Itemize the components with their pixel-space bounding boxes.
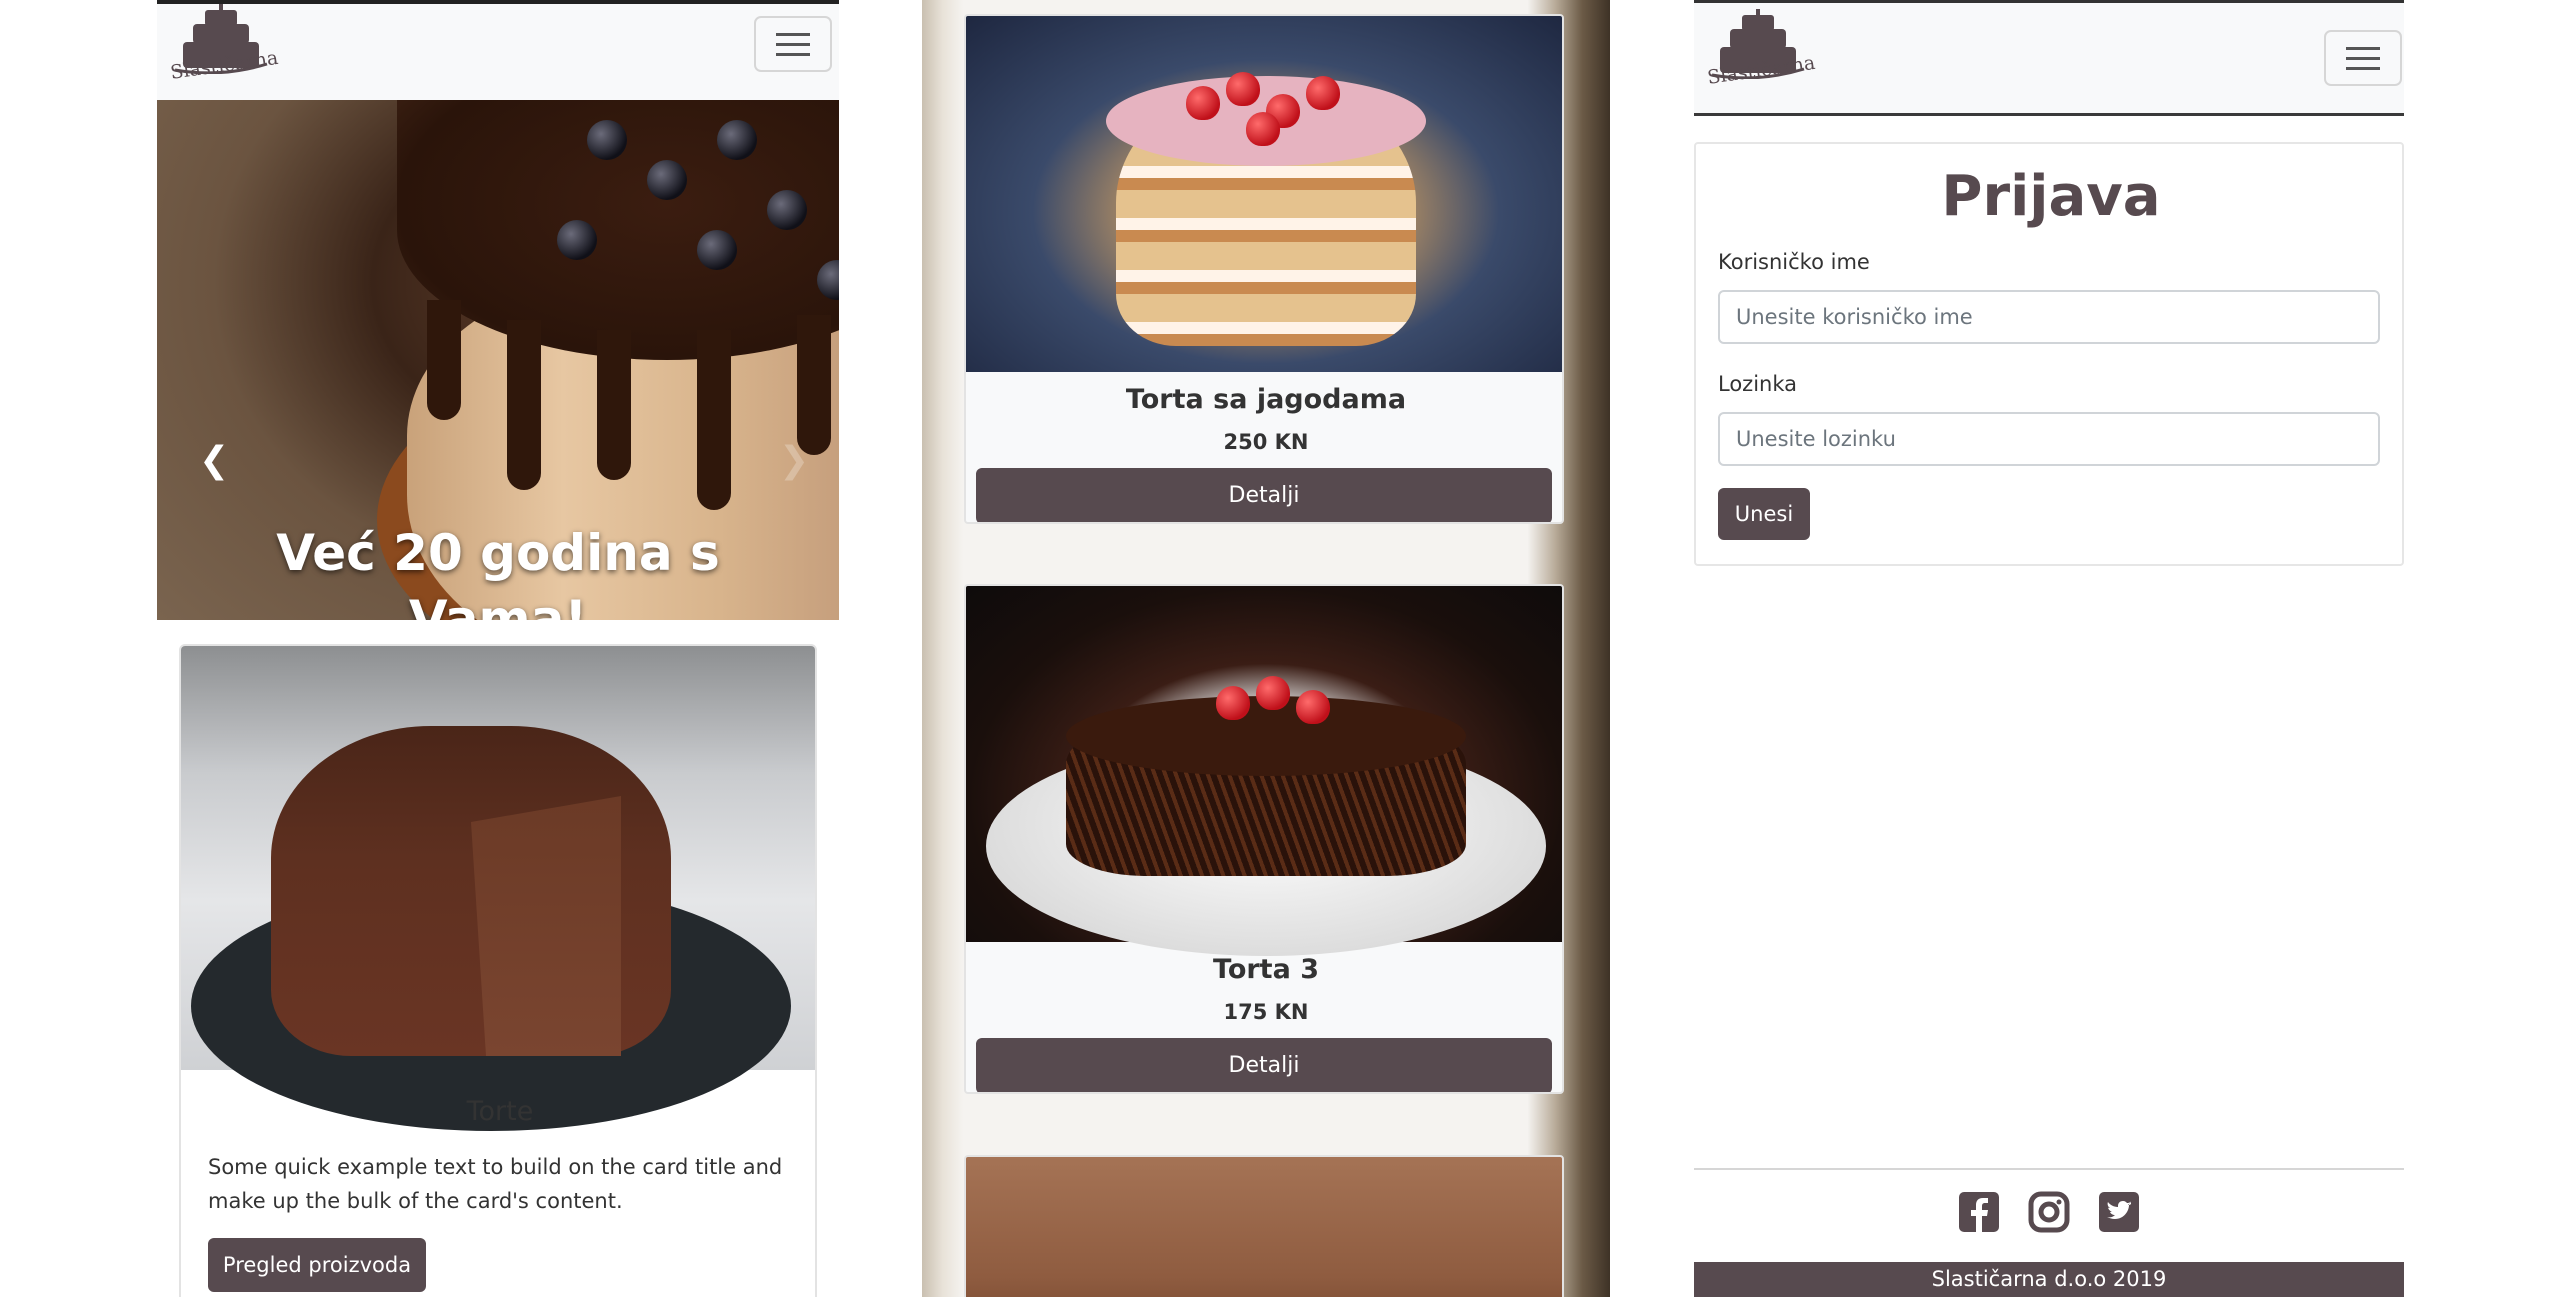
instagram-link[interactable]	[2027, 1190, 2071, 1234]
card-title: Torte	[466, 1096, 534, 1127]
hamburger-icon	[776, 33, 810, 36]
product-price: 250 KN	[1223, 430, 1309, 454]
navbar-toggler-button[interactable]	[2324, 30, 2402, 86]
product-image	[966, 16, 1562, 372]
brand-logo[interactable]: Slastičarna	[1698, 9, 1818, 101]
brand-logo[interactable]: Slastičarna	[161, 4, 281, 96]
facebook-icon	[1959, 1192, 1999, 1232]
carousel-image-glaze	[397, 100, 839, 510]
category-card: Torte Some quick example text to build o…	[179, 644, 817, 1297]
product-card	[964, 1155, 1564, 1297]
details-button[interactable]: Detalji	[976, 1038, 1552, 1092]
hamburger-line	[776, 53, 810, 56]
product-image	[966, 1157, 1562, 1297]
products-mobile-view: Torta sa jagodama 250 KN Detalji Torta 3…	[922, 0, 1610, 1297]
facebook-link[interactable]	[1957, 1190, 2001, 1234]
details-button[interactable]: Detalji	[976, 468, 1552, 522]
view-products-button[interactable]: Pregled proizvoda	[208, 1238, 426, 1292]
username-label: Korisničko ime	[1718, 250, 1870, 274]
submit-button[interactable]: Unesi	[1718, 488, 1810, 540]
hamburger-line	[2346, 67, 2380, 70]
footer-copyright: Slastičarna d.o.o 2019	[1694, 1262, 2404, 1297]
navbar: Slastičarna	[157, 4, 839, 100]
chevron-left-icon: ❮	[199, 440, 230, 481]
twitter-icon	[2099, 1192, 2139, 1232]
hamburger-line	[2346, 57, 2380, 60]
product-image	[966, 586, 1562, 956]
chevron-right-icon: ❯	[779, 440, 810, 481]
hamburger-line	[776, 43, 810, 46]
product-name: Torta sa jagodama	[1125, 384, 1407, 415]
carousel-next-button[interactable]: ❯	[779, 440, 809, 481]
username-input[interactable]	[1718, 290, 2380, 344]
password-label: Lozinka	[1718, 372, 1798, 396]
card-image-slice	[471, 796, 621, 1056]
login-form-card: Prijava Korisničko ime Lozinka Unesi	[1694, 142, 2404, 566]
twitter-link[interactable]	[2097, 1190, 2141, 1234]
hero-carousel: ❮ ❯ Već 20 godina s Vama!	[157, 100, 839, 620]
carousel-prev-button[interactable]: ❮	[199, 440, 229, 481]
hamburger-icon	[2346, 47, 2380, 50]
product-card: Torta 3 175 KN Detalji	[964, 584, 1564, 1094]
card-text: Some quick example text to build on the …	[208, 1155, 783, 1213]
product-name: Torta 3	[1212, 954, 1319, 985]
carousel-caption: Već 20 godina s Vama!	[276, 524, 720, 620]
footer-divider	[1694, 1168, 2404, 1170]
product-price: 175 KN	[1223, 1000, 1309, 1024]
page-title: Prijava	[1941, 164, 2161, 229]
home-mobile-view: Slastičarna ❮ ❯ Već 20 godina s Vama! To…	[157, 0, 839, 1297]
login-mobile-view: Slastičarna Prijava Korisničko ime Lozin…	[1694, 0, 2404, 1297]
navbar: Slastičarna	[1694, 3, 2404, 116]
instagram-icon	[2028, 1191, 2070, 1233]
password-input[interactable]	[1718, 412, 2380, 466]
navbar-toggler-button[interactable]	[754, 16, 832, 72]
product-card: Torta sa jagodama 250 KN Detalji	[964, 14, 1564, 524]
card-image	[181, 646, 815, 1131]
